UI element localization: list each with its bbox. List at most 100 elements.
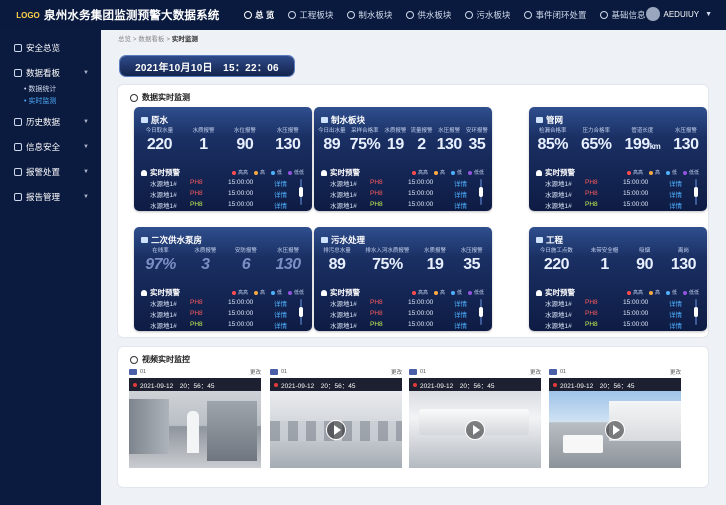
chevron-down-icon: ▼ [83, 194, 89, 200]
info-icon [600, 11, 609, 19]
video-cell[interactable]: 01 更改 2021-09-12 20：56：45 [409, 366, 541, 470]
metric: 水位报警 90 [234, 126, 256, 154]
detail-link[interactable]: 详情 [669, 298, 682, 308]
sidebar-item-safety-overview[interactable]: 安全总览 [0, 38, 101, 58]
metric-value: 90 [236, 136, 254, 153]
detail-link[interactable]: 详情 [454, 178, 467, 188]
nav-engineering[interactable]: 工程板块 [281, 0, 340, 30]
metric: 今日施工点数 220 [540, 246, 573, 274]
detail-link[interactable]: 详情 [454, 320, 467, 330]
main-nav: 总 览 工程板块 制水板块 供水板块 污水板块 事件闭环处置 基础信息 [237, 0, 652, 30]
detail-link[interactable]: 详情 [274, 189, 287, 199]
detail-link[interactable]: 详情 [669, 178, 682, 188]
detail-link[interactable]: 详情 [274, 309, 287, 319]
change-button[interactable]: 更改 [250, 368, 261, 376]
legend-dot-icon [467, 290, 472, 295]
metric-label: 压力合格率 [582, 128, 611, 134]
sidebar-item-alarm-handling[interactable]: 报警处置 ▼ [0, 162, 101, 182]
breadcrumb-overview[interactable]: 总览 [118, 36, 131, 43]
detail-link[interactable]: 详情 [274, 200, 287, 210]
detail-link[interactable]: 详情 [454, 189, 467, 199]
legend-dot-icon [450, 290, 455, 295]
nav-overview[interactable]: 总 览 [237, 0, 281, 30]
sidebar-item-info-security[interactable]: 信息安全 ▼ [0, 137, 101, 157]
metric-label: 水压报警 [674, 128, 697, 134]
metric: 在线率 97% [145, 246, 176, 274]
metric-label: 水质报警 [192, 128, 215, 134]
metric-label: 管道长度 [631, 128, 654, 134]
legend-dot-icon [411, 290, 416, 295]
play-icon[interactable] [465, 419, 485, 440]
metric: 水压报警 130 [275, 126, 301, 154]
video-frame[interactable] [409, 391, 541, 468]
nav-water-supply[interactable]: 供水板块 [399, 0, 458, 30]
breadcrumb-dashboard[interactable]: 数据看板 [138, 36, 164, 43]
legend-dot-icon [626, 170, 631, 175]
detail-link[interactable]: 详情 [454, 298, 467, 308]
detail-link[interactable]: 详情 [274, 320, 287, 330]
legend-item: 高高 [411, 289, 428, 296]
user-menu[interactable]: AEDUIUY ▼ [645, 7, 712, 21]
chevron-down-icon: ▼ [83, 70, 89, 76]
nav-sewage[interactable]: 污水板块 [458, 0, 517, 30]
video-cell[interactable]: 01 更改 2021-09-12 20：56：45 [270, 366, 402, 470]
scrollbar[interactable] [299, 299, 303, 325]
legend-dot-icon [450, 170, 455, 175]
card-title: 工程 [536, 234, 563, 246]
detail-link[interactable]: 详情 [454, 200, 467, 210]
alert-legend: 高高高低低低 [621, 169, 699, 176]
card-title: 二次供水泵房 [141, 234, 202, 246]
play-icon[interactable] [326, 419, 346, 440]
sidebar-sub-statistics[interactable]: • 数据统计 [0, 83, 101, 95]
video-frame[interactable] [549, 391, 681, 468]
nav-event-handling[interactable]: 事件闭环处置 [517, 0, 593, 30]
play-icon[interactable] [605, 419, 625, 440]
detail-link[interactable]: 详情 [669, 189, 682, 199]
change-button[interactable]: 更改 [670, 368, 681, 376]
scrollbar[interactable] [694, 299, 698, 325]
sidebar-item-reports[interactable]: 报告管理 ▼ [0, 187, 101, 207]
alert-row: 水源地1# PH8 15:00:00 详情 [150, 298, 287, 308]
metric-value: 75% [349, 136, 381, 153]
scrollbar[interactable] [299, 179, 303, 205]
detail-link[interactable]: 详情 [274, 298, 287, 308]
scrollbar[interactable] [479, 299, 483, 325]
detail-link[interactable]: 详情 [669, 320, 682, 330]
legend-dot-icon [433, 170, 438, 175]
metric-value: 35 [468, 136, 486, 153]
metric-value: 1 [199, 136, 208, 153]
detail-link[interactable]: 详情 [669, 200, 682, 210]
video-frame[interactable] [270, 391, 402, 468]
metric: 未带安全帽 1 [591, 246, 619, 274]
nav-water-production[interactable]: 制水板块 [340, 0, 399, 30]
video-frame[interactable] [129, 391, 261, 468]
metric: 水压报警 130 [437, 126, 463, 154]
metric-label: 安防报警 [234, 248, 257, 254]
record-icon [413, 382, 417, 387]
change-button[interactable]: 更改 [391, 368, 402, 376]
monitor-card: 污水处理 排污总水量 89 排水入河水质报警 75% 水质报警 19 水压报警 35 实时预警 高高… [314, 227, 492, 331]
legend-dot-icon [253, 170, 258, 175]
change-button[interactable]: 更改 [530, 368, 541, 376]
alert-row: 水源地1# PH8 15:00:00 详情 [150, 189, 287, 199]
metric-label: 水质报警 [424, 248, 447, 254]
video-cell[interactable]: 01 更改 2021-09-12 20：56：45 [129, 366, 261, 470]
nav-basic-info[interactable]: 基础信息 [593, 0, 652, 30]
sidebar-item-history[interactable]: 历史数据 ▼ [0, 112, 101, 132]
scrollbar[interactable] [479, 179, 483, 205]
video-title: 视频实时监控 [130, 354, 190, 365]
chevron-down-icon: ▼ [83, 144, 89, 150]
alert-list: 水源地1# PH8 15:00:00 详情 水源地1# PH8 15:00:00 详情 水源地1… [545, 297, 683, 330]
alert-list: 水源地1# PH8 15:00:00 详情 水源地1# PH8 15:00:00 详情 水源地1… [150, 177, 288, 210]
metric-value: 199km [624, 136, 661, 153]
metric: 排水入河水质报警 75% [365, 246, 409, 274]
video-cell[interactable]: 01 更改 2021-09-12 20：56：45 [549, 366, 681, 470]
detail-link[interactable]: 详情 [274, 178, 287, 188]
alert-row: 水源地1# PH8 15:00:00 详情 [330, 320, 467, 330]
detail-link[interactable]: 详情 [454, 309, 467, 319]
sidebar-sub-realtime[interactable]: • 实时监测 [0, 95, 101, 107]
scrollbar[interactable] [694, 179, 698, 205]
legend-item: 高高 [411, 169, 428, 176]
sidebar-item-dashboard[interactable]: 数据看板 ▼ [0, 63, 101, 83]
detail-link[interactable]: 详情 [669, 309, 682, 319]
